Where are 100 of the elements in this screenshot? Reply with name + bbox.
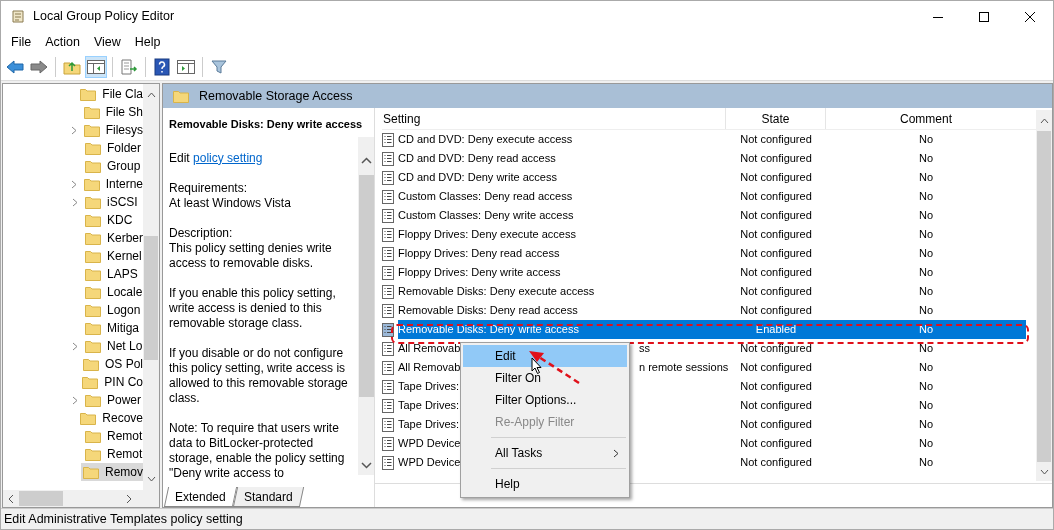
context-menu-item[interactable]: Help	[463, 473, 627, 495]
tree-item[interactable]: Group	[83, 157, 143, 175]
tree-item[interactable]: Mitiga	[83, 319, 143, 337]
table-cell[interactable]: Custom Classes: Deny read access	[398, 187, 575, 206]
vertical-scrollbar[interactable]	[1036, 110, 1052, 481]
folder-icon	[84, 231, 101, 245]
table-cell[interactable]: WPD Device	[398, 434, 463, 453]
tree-item[interactable]: PIN Co	[80, 373, 143, 391]
window-title: Local Group Policy Editor	[33, 8, 175, 26]
policy-setting-link[interactable]: policy setting	[193, 150, 263, 165]
tree-item[interactable]: Power	[83, 391, 143, 409]
table-cell-text: Not configured	[739, 246, 813, 262]
context-menu-item[interactable]: Edit	[463, 345, 627, 367]
folder-icon	[83, 123, 100, 137]
context-menu-item[interactable]: All Tasks	[463, 442, 627, 464]
table-cell[interactable]: Removable Disks: Deny read access	[398, 301, 580, 320]
tree-item[interactable]: Remot	[83, 427, 143, 445]
table-cell[interactable]: Tape Drives:	[398, 396, 462, 415]
policy-title: Removable Disks: Deny write access	[169, 117, 363, 132]
column-header[interactable]: Setting	[382, 108, 726, 129]
context-menu-item[interactable]: Filter On	[463, 367, 627, 389]
folder-icon	[85, 159, 101, 173]
table-cell[interactable]: CD and DVD: Deny write access	[398, 168, 559, 187]
expand-chevron-icon[interactable]	[72, 197, 78, 207]
close-icon[interactable]	[1025, 11, 1035, 22]
vertical-scrollbar[interactable]	[143, 84, 159, 490]
folder-icon	[85, 213, 101, 227]
table-cell[interactable]: Floppy Drives: Deny write access	[398, 263, 563, 282]
tree-item[interactable]: Kernel	[83, 247, 143, 265]
tree-item[interactable]: LAPS	[83, 265, 143, 283]
table-cell-text: Not configured	[739, 170, 813, 186]
table-cell[interactable]: Tape Drives:	[398, 415, 462, 434]
tree-item[interactable]: Folder	[83, 139, 143, 157]
folder-icon	[85, 141, 101, 155]
policy-icon	[382, 322, 394, 337]
expand-chevron-icon[interactable]	[71, 125, 78, 135]
tree-item[interactable]: Locale	[83, 283, 143, 301]
table-cell[interactable]: WPD Device	[398, 453, 463, 472]
table-cell-text: Not configured	[739, 436, 813, 452]
tree-item[interactable]: Remot	[83, 445, 143, 463]
policy-icon	[382, 398, 394, 413]
folder-icon	[85, 429, 101, 443]
policy-icon	[382, 341, 394, 356]
table-cell-text: Not configured	[739, 284, 813, 300]
menu-item[interactable]: Help	[127, 33, 168, 52]
description-paragraph: Description: This policy setting denies write access to removable disks.	[169, 225, 333, 271]
view-tab[interactable]: Standard	[232, 487, 304, 507]
column-header[interactable]: State	[726, 108, 826, 129]
policy-icon	[382, 170, 394, 185]
tree-item[interactable]: iSCSI	[83, 193, 143, 211]
table-cell[interactable]: Floppy Drives: Deny execute access	[398, 225, 578, 244]
policy-icon	[382, 246, 394, 261]
description-paragraph: If you disable or do not configure this policy setting, write access is allowed to this removable storage class.	[169, 345, 349, 406]
context-menu-item[interactable]: Filter Options...	[463, 389, 627, 411]
panel-header: Removable Storage Access	[163, 84, 1052, 108]
folder-icon	[80, 87, 97, 101]
expand-chevron-icon[interactable]	[72, 395, 78, 405]
tree-item[interactable]: Kerber	[82, 229, 143, 247]
table-cell[interactable]: Removable Disks: Deny execute access	[398, 282, 597, 301]
tree-item[interactable]: Filesys	[81, 121, 143, 139]
expand-chevron-icon[interactable]	[72, 341, 78, 351]
table-cell[interactable]: All Removab	[398, 358, 463, 377]
pane-toggle-icon[interactable]	[85, 55, 107, 78]
table-cell-text: Not configured	[739, 417, 813, 433]
table-cell[interactable]: Tape Drives:	[398, 377, 462, 396]
table-cell-text: No	[917, 170, 935, 186]
expand-chevron-icon[interactable]	[71, 179, 78, 189]
table-cell[interactable]: CD and DVD: Deny execute access	[398, 130, 575, 149]
table-cell[interactable]: Floppy Drives: Deny read access	[398, 244, 562, 263]
menu-item[interactable]: File	[4, 33, 39, 52]
table-cell[interactable]: CD and DVD: Deny read access	[398, 149, 558, 168]
menu-item[interactable]: View	[86, 33, 128, 52]
view-tab[interactable]: Extended	[163, 487, 237, 507]
mouse-cursor-icon	[531, 357, 543, 375]
menu-item[interactable]: Action	[38, 33, 87, 52]
table-cell-text: No	[917, 417, 935, 433]
table-cell[interactable]: Custom Classes: Deny write access	[398, 206, 576, 225]
maximize-icon[interactable]	[979, 11, 989, 22]
tree-item[interactable]: OS Pol	[81, 355, 143, 373]
policy-icon	[382, 208, 394, 223]
tree-item[interactable]: Recove	[78, 409, 143, 427]
policy-icon	[382, 151, 394, 166]
help-icon[interactable]	[151, 55, 173, 78]
table-cell-text: No	[917, 341, 935, 357]
column-header[interactable]: Comment	[826, 108, 1026, 129]
tree-item[interactable]: File Sh	[81, 103, 143, 121]
policy-icon	[382, 284, 394, 299]
tree-item[interactable]: Net Lo	[83, 337, 143, 355]
tree-item[interactable]: File Cla	[78, 85, 143, 103]
horizontal-scrollbar[interactable]	[3, 490, 159, 507]
vertical-scrollbar[interactable]	[358, 136, 374, 475]
table-cell-text: No	[917, 189, 935, 205]
tree-item[interactable]: Logon	[83, 301, 143, 319]
table-cell-text: No	[917, 436, 935, 452]
policy-icon	[382, 360, 394, 375]
tree-item[interactable]: Remov	[81, 463, 143, 481]
folder-icon	[83, 357, 99, 371]
folder-icon	[85, 339, 101, 353]
tree-item[interactable]: KDC	[83, 211, 143, 229]
tree-item[interactable]: Interne	[81, 175, 143, 193]
